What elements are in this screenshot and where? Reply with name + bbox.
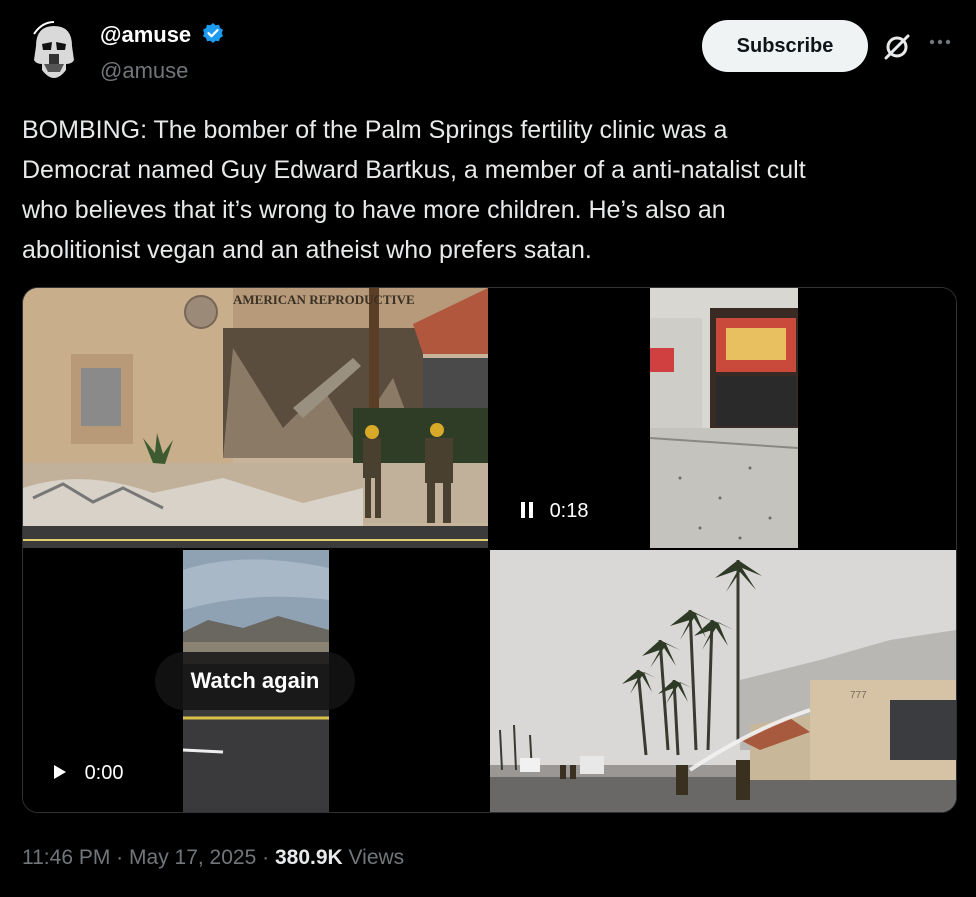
more-icon[interactable] [926, 28, 954, 56]
photo-palm-street[interactable]: 777 [490, 550, 956, 812]
views-label[interactable]: Views [349, 846, 405, 869]
stormtrooper-avatar [22, 20, 86, 84]
author-name-row[interactable]: @amuse [100, 22, 225, 52]
grok-icon[interactable] [880, 30, 914, 64]
video-road[interactable]: Watch again 0:00 [23, 550, 488, 812]
video-2-time-row[interactable]: 0:00 [53, 762, 124, 785]
tweet-time[interactable]: 11:46 PM [22, 846, 110, 869]
separator: · [262, 846, 270, 869]
video-storefront[interactable]: 0:18 [490, 288, 956, 548]
play-icon[interactable] [53, 764, 67, 780]
views-count[interactable]: 380.9K [275, 846, 343, 869]
pause-icon[interactable] [520, 501, 534, 519]
building-number: 777 [850, 690, 867, 701]
display-name[interactable]: @amuse [100, 22, 191, 47]
video-1-time-row[interactable]: 0:18 [520, 500, 589, 523]
separator: · [116, 846, 124, 869]
video-1-time: 0:18 [549, 500, 589, 522]
subscribe-button[interactable]: Subscribe [702, 20, 868, 72]
verified-badge-icon[interactable] [201, 22, 225, 52]
avatar[interactable] [22, 20, 86, 84]
tweet-footer: 11:46 PM · May 17, 2025 · 380.9K Views [22, 846, 404, 870]
tweet-header: @amuse @amuse Subscribe [22, 14, 954, 94]
author-handle[interactable]: @amuse [100, 58, 188, 84]
tweet-text: BOMBING: The bomber of the Palm Springs … [22, 116, 806, 264]
building-sign-text: AMERICAN REPRODUCTIVE [233, 292, 415, 307]
video-2-time: 0:00 [84, 762, 124, 784]
media-grid: AMERICAN REPRODUCTIVE 0:18 Watch again 0… [22, 287, 957, 813]
tweet-date[interactable]: May 17, 2025 [129, 846, 256, 869]
photo-damaged-building[interactable]: AMERICAN REPRODUCTIVE [23, 288, 488, 548]
watch-again-button[interactable]: Watch again [155, 652, 355, 710]
